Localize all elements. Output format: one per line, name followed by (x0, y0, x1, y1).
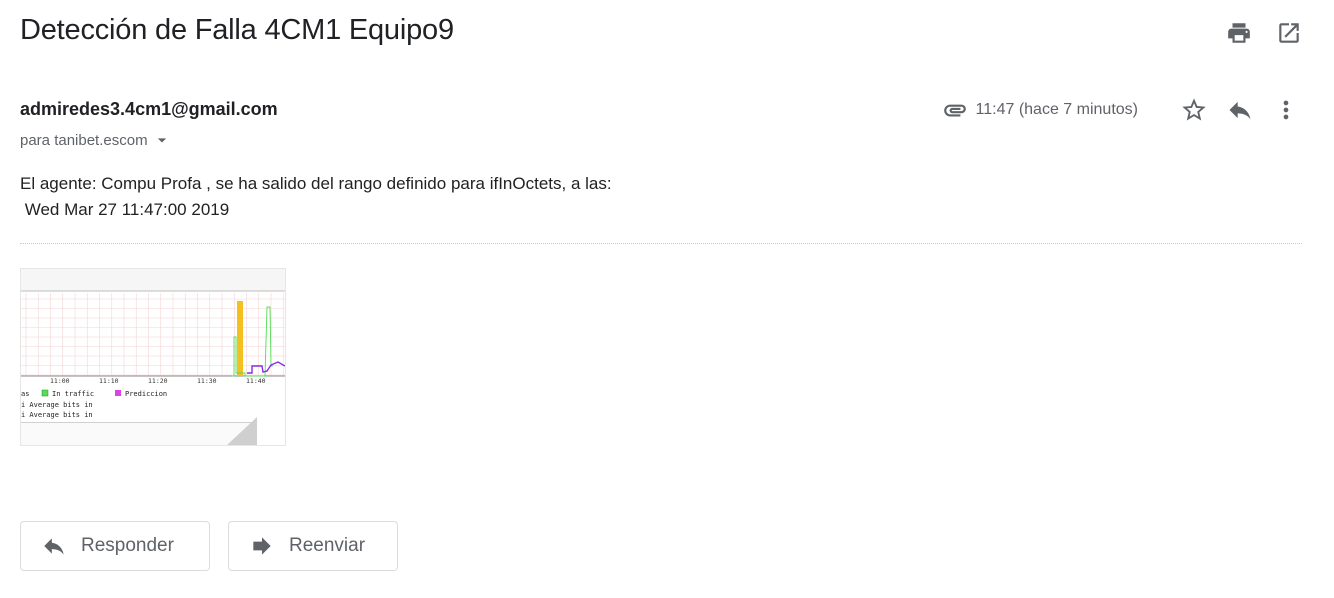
tick-label: 11:30 (197, 377, 217, 385)
print-icon[interactable] (1226, 20, 1252, 46)
more-vert-icon[interactable] (1272, 96, 1300, 124)
reply-label: Responder (81, 535, 174, 556)
reply-icon[interactable] (1226, 96, 1254, 124)
legend-prefix: as (21, 390, 29, 398)
sender-email[interactable]: admiredes3.4cm1@gmail.com (20, 99, 278, 120)
forward-button[interactable]: Reenviar (228, 521, 398, 571)
caret-down-icon[interactable] (152, 130, 172, 150)
tick-label: 11:10 (99, 377, 119, 385)
message-meta: 11:47 (hace 7 minutos) (942, 96, 1300, 124)
open-in-new-icon[interactable] (1276, 20, 1302, 46)
attachment-divider (20, 243, 1302, 244)
tick-label: 11:20 (148, 377, 168, 385)
header-actions (1226, 20, 1302, 46)
in-traffic-swatch (41, 389, 49, 397)
paperclip-icon (942, 97, 968, 123)
legend-in-traffic: In traffic (52, 390, 94, 398)
recipient-label: para tanibet.escom (20, 131, 148, 149)
message-time: 11:47 (hace 7 minutos) (975, 101, 1138, 118)
attachment-graph: 11:00 11:10 11:20 11:30 11:40 as In traf… (21, 269, 285, 445)
forward-icon (253, 537, 271, 555)
tick-label: 11:00 (50, 377, 70, 385)
email-subject: Detección de Falla 4CM1 Equipo9 (20, 14, 454, 46)
failure-band (237, 301, 243, 376)
body-line-1: El agente: Compu Profa , se ha salido de… (20, 174, 612, 193)
recipient-line[interactable]: para tanibet.escom (20, 130, 172, 150)
message-body: El agente: Compu Profa , se ha salido de… (20, 171, 612, 223)
prediccion-swatch (115, 390, 121, 396)
forward-label: Reenviar (289, 535, 366, 556)
legend-row-2: i Average bits in (21, 401, 93, 409)
attachment-thumbnail[interactable]: 11:00 11:10 11:20 11:30 11:40 as In traf… (20, 268, 286, 446)
star-icon[interactable] (1180, 96, 1208, 124)
reply-button[interactable]: Responder (20, 521, 210, 571)
legend-row-3: i Average bits in (21, 411, 93, 419)
reply-icon (44, 538, 64, 555)
body-line-2: Wed Mar 27 11:47:00 2019 (20, 200, 230, 219)
legend-prediccion: Prediccion (125, 390, 167, 398)
tick-label: 11:40 (246, 377, 266, 385)
reply-actions: Responder Reenviar (20, 521, 398, 571)
